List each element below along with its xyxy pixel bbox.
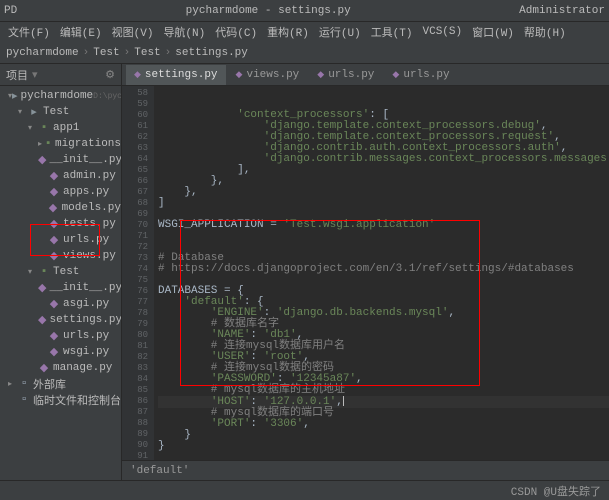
tree-node[interactable]: ◆admin.py [0, 168, 121, 184]
menu-item[interactable]: VCS(S) [419, 26, 467, 38]
menu-item[interactable]: 代码(C) [211, 24, 261, 40]
code-editor[interactable]: 58 59 60 61 62 63 64 65 66 67 68 69 70 7… [122, 86, 609, 460]
python-icon: ◆ [317, 70, 324, 80]
menu-item[interactable]: 运行(U) [315, 24, 365, 40]
app-icon: PD [4, 5, 17, 17]
tree-node[interactable]: ◆manage.py [0, 360, 121, 376]
tree-node[interactable]: ▾▸pycharmdome D:\pycharmdome [0, 88, 121, 104]
tree-node[interactable]: ◆__init__.py [0, 152, 121, 168]
breadcrumb-item[interactable]: settings.py [175, 47, 248, 59]
python-icon: ◆ [392, 70, 399, 80]
tree-node[interactable]: ◆apps.py [0, 184, 121, 200]
breadcrumb-item[interactable]: Test [134, 47, 160, 59]
menu-item[interactable]: 重构(R) [263, 24, 313, 40]
editor-tab[interactable]: ◆urls.py [309, 65, 382, 85]
editor-area: ◆settings.py◆views.py◆urls.py◆urls.py 58… [122, 64, 609, 480]
statusbar: CSDN @U盘失踪了 [0, 480, 609, 500]
tree-node[interactable]: ◆urls.py [0, 328, 121, 344]
tree-node[interactable]: ▾▪Test [0, 264, 121, 280]
status-right: CSDN @U盘失踪了 [511, 483, 601, 499]
tree-node[interactable]: ◆wsgi.py [0, 344, 121, 360]
breadcrumb-item[interactable]: pycharmdome [6, 47, 79, 59]
breadcrumb-item[interactable]: Test [93, 47, 119, 59]
project-title: 项目 [6, 67, 28, 83]
tree-node[interactable]: ◆settings.py [0, 312, 121, 328]
tree-node[interactable]: ▾▸Test [0, 104, 121, 120]
admin-label: Administrator [519, 5, 605, 17]
tree-node[interactable]: ◆__init__.py [0, 280, 121, 296]
menu-item[interactable]: 导航(N) [159, 24, 209, 40]
editor-tab[interactable]: ◆settings.py [126, 65, 226, 85]
tree-node[interactable]: ▸▪migrations [0, 136, 121, 152]
titlebar: PD pycharmdome - settings.py Administrat… [0, 0, 609, 22]
editor-tabs[interactable]: ◆settings.py◆views.py◆urls.py◆urls.py [122, 64, 609, 86]
menu-item[interactable]: 帮助(H) [520, 24, 570, 40]
project-tree[interactable]: ▾▸pycharmdome D:\pycharmdome▾▸Test▾▪app1… [0, 86, 121, 480]
window-title: pycharmdome - settings.py [17, 5, 519, 17]
sidebar-header: 项目 ▾ ⚙ [0, 64, 121, 86]
menu-item[interactable]: 编辑(E) [56, 24, 106, 40]
gear-icon[interactable]: ⚙ [105, 68, 115, 82]
editor-tab[interactable]: ◆views.py [228, 65, 308, 85]
menu-item[interactable]: 文件(F) [4, 24, 54, 40]
code-breadcrumb-item[interactable]: 'default' [130, 465, 189, 477]
code-text[interactable]: 'context_processors': [ 'django.template… [154, 86, 609, 460]
menu-item[interactable]: 视图(V) [108, 24, 158, 40]
tree-node[interactable]: ◆urls.py [0, 232, 121, 248]
menubar[interactable]: 文件(F)编辑(E)视图(V)导航(N)代码(C)重构(R)运行(U)工具(T)… [0, 22, 609, 42]
tree-node[interactable]: ◆asgi.py [0, 296, 121, 312]
code-breadcrumb: 'default' [122, 460, 609, 480]
tree-node[interactable]: ◆tests.py [0, 216, 121, 232]
menu-item[interactable]: 窗口(W) [468, 24, 518, 40]
tree-node[interactable]: ▸▫外部库 [0, 376, 121, 392]
tree-node[interactable]: ◆views.py [0, 248, 121, 264]
breadcrumb: pycharmdome›Test›Test›settings.py [0, 42, 609, 64]
tree-node[interactable]: ◆models.py [0, 200, 121, 216]
tree-node[interactable]: ▾▪app1 [0, 120, 121, 136]
editor-tab[interactable]: ◆urls.py [384, 65, 457, 85]
project-sidebar: 项目 ▾ ⚙ ▾▸pycharmdome D:\pycharmdome▾▸Tes… [0, 64, 122, 480]
menu-item[interactable]: 工具(T) [367, 24, 417, 40]
tree-node[interactable]: ▫临时文件和控制台 [0, 392, 121, 408]
python-icon: ◆ [236, 70, 243, 80]
line-gutter: 58 59 60 61 62 63 64 65 66 67 68 69 70 7… [122, 86, 154, 460]
python-icon: ◆ [134, 70, 141, 80]
